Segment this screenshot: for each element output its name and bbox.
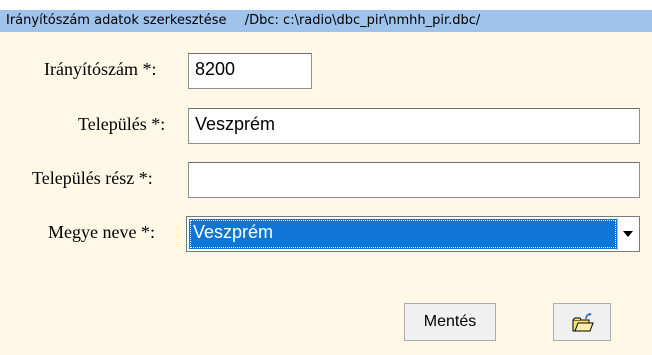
settlement-label: Település *: (78, 114, 166, 134)
settlement-input[interactable]: Veszprém (188, 108, 640, 144)
zip-label: Irányítószám *: (44, 59, 157, 79)
dbc-path: /Dbc: c:\radio\dbc_pir\nmhh_pir.dbc/ (244, 13, 481, 28)
settlement-part-input[interactable] (188, 162, 640, 198)
county-label: Megye neve *: (48, 222, 155, 242)
edit-dialog: Irányítószám *: 8200 Település *: Veszpr… (0, 32, 652, 355)
open-button[interactable] (553, 303, 611, 341)
window-titlebar: Irányítószám adatok szerkesztése /Dbc: c… (0, 10, 652, 32)
window-title: Irányítószám adatok szerkesztése (6, 13, 227, 28)
save-button[interactable]: Mentés (404, 303, 496, 341)
county-selected-value: Veszprém (189, 219, 617, 249)
clipped-top-edge (0, 0, 652, 10)
zip-input[interactable]: 8200 (188, 53, 312, 89)
settlement-part-label: Település rész *: (32, 168, 153, 188)
county-select[interactable]: Veszprém (186, 216, 640, 252)
dropdown-arrow-icon[interactable] (617, 218, 638, 250)
folder-open-icon (572, 313, 594, 338)
